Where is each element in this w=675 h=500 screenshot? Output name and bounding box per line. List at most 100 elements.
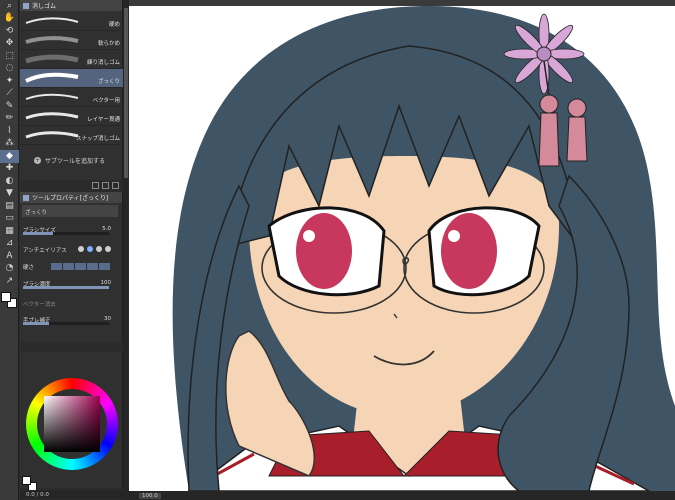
brush-tool-icon[interactable]: ⌇ — [0, 125, 19, 138]
main-color-swatch[interactable] — [22, 476, 31, 485]
color-wheel-panel — [20, 352, 123, 491]
brush-stroke-preview-icon — [25, 112, 79, 120]
pencil-tool-icon[interactable]: ✏ — [0, 113, 19, 126]
delete-subtool-icon[interactable] — [112, 182, 119, 189]
rotate-tool-icon[interactable]: ⟲ — [0, 25, 19, 38]
frame-tool-icon[interactable]: ▦ — [0, 225, 19, 238]
add-subtool-label: サブツールを追加する — [45, 158, 106, 165]
lasso-tool-icon[interactable]: ◌ — [0, 63, 19, 76]
brush-density-slider[interactable] — [23, 286, 109, 289]
left-iris — [296, 213, 352, 289]
hardness-step[interactable] — [87, 263, 98, 270]
right-eye-highlight — [448, 230, 460, 242]
tool-property-tab-label: ツールプロパティ[ざっくり] — [32, 195, 109, 202]
tool-preview-label: ざっくり — [25, 210, 48, 216]
brush-item-label: 硬め — [108, 22, 120, 28]
hardness-step[interactable] — [63, 263, 74, 270]
wand-tool-icon[interactable]: ✦ — [0, 75, 19, 88]
main-color-chip[interactable] — [1, 292, 11, 302]
fill-tool-icon[interactable]: ▼ — [0, 188, 19, 201]
zoom-level[interactable]: 100.0 — [139, 492, 161, 499]
tool-color-chips[interactable] — [1, 292, 18, 309]
brush-density-row[interactable]: ブラシ濃度 100 — [23, 280, 119, 290]
brush-stroke-preview-icon — [25, 17, 79, 24]
ruler-tool-icon[interactable]: ⊿ — [0, 238, 19, 251]
brush-item-hard[interactable]: 硬め — [20, 12, 123, 31]
antialias-weak-icon[interactable] — [87, 246, 93, 252]
saturation-value-square[interactable] — [44, 396, 100, 452]
brush-stroke-preview-icon — [25, 54, 79, 64]
add-subtool-button[interactable]: + サブツールを追加する — [34, 156, 105, 165]
text-tool-icon[interactable]: A — [0, 250, 19, 263]
subtool-footer — [92, 182, 119, 189]
brush-item-label: 練り消しゴム — [86, 60, 120, 66]
select-tool-icon[interactable]: ⬚ — [0, 50, 19, 63]
brush-item-snap[interactable]: スナップ消しゴム — [20, 126, 123, 145]
left-eye-highlight — [303, 230, 315, 242]
status-bar-right: 100.0 — [129, 491, 675, 500]
brush-item-soft[interactable]: 軟らかめ — [20, 31, 123, 50]
hardness-options[interactable] — [51, 263, 110, 270]
status-bar-left: 0.0 / 0.0 — [20, 490, 123, 499]
brush-stroke-preview-icon — [25, 93, 79, 100]
antialias-row[interactable]: アンチエイリアス — [23, 246, 119, 256]
illustration — [172, 6, 675, 491]
pen-tool-icon[interactable]: ✎ — [0, 100, 19, 113]
eyedropper-tool-icon[interactable]: ⟋ — [0, 88, 19, 101]
brush-item-kneaded[interactable]: 練り消しゴム — [20, 50, 123, 69]
blend-tool-icon[interactable]: ◐ — [0, 175, 19, 188]
decoration-tool-icon[interactable]: ✚ — [0, 163, 19, 176]
antialias-strong-icon[interactable] — [105, 246, 111, 252]
zoom-tool-icon[interactable]: ⌕ — [0, 0, 19, 13]
balloon-tool-icon[interactable]: ◔ — [0, 263, 19, 276]
hand-tool-icon[interactable]: ✋ — [0, 13, 19, 26]
brush-stroke-preview-icon — [25, 72, 79, 83]
gradient-tool-icon[interactable]: ▤ — [0, 200, 19, 213]
brush-item-rough[interactable]: ざっくり — [20, 69, 123, 88]
brush-list: 硬め 軟らかめ 練り消しゴム ざっくり ベクター用 レイヤー貫通 スナップ消しゴ… — [20, 12, 123, 145]
antialias-options[interactable] — [78, 246, 111, 252]
tool-preview: ざっくり — [22, 205, 118, 217]
hardness-step[interactable] — [75, 263, 86, 270]
move-tool-icon[interactable]: ✥ — [0, 38, 19, 51]
hue-ring[interactable] — [26, 378, 118, 470]
brush-stroke-preview-icon — [25, 131, 79, 139]
subtool-panel-header[interactable]: 消しゴム — [20, 0, 122, 11]
vector-erase-row[interactable]: ベクター消去 — [23, 300, 119, 310]
tool-property-header[interactable]: ツールプロパティ[ざっくり] — [20, 192, 122, 203]
panel-scroll-thumb[interactable] — [124, 8, 128, 178]
hardness-step[interactable] — [51, 263, 62, 270]
figure-tool-icon[interactable]: ▭ — [0, 213, 19, 226]
subtool-panel: 消しゴム 硬め 軟らかめ 練り消しゴム ざっくり ベクター用 レイヤー貫通 スナ… — [20, 0, 123, 189]
brush-item-label: 軟らかめ — [97, 41, 120, 47]
right-iris — [441, 213, 497, 289]
antialias-none-icon[interactable] — [78, 246, 84, 252]
brush-item-vector[interactable]: ベクター用 — [20, 88, 123, 107]
stabilization-row[interactable]: 手ブレ補正 30 — [23, 316, 119, 326]
status-left-text: 0.0 / 0.0 — [26, 491, 49, 498]
brush-item-label: レイヤー貫通 — [87, 117, 120, 123]
app-window: ⌕ ✋ ⟲ ✥ ⬚ ◌ ✦ ⟋ ✎ ✏ ⌇ ⁂ ◆ ✚ ◐ ▼ ▤ ▭ ▦ ⊿ … — [0, 0, 675, 500]
brush-size-row[interactable]: ブラシサイズ 5.0 — [23, 226, 119, 236]
eraser-tool-icon[interactable]: ◆ — [0, 150, 19, 163]
property-tab-icon — [23, 194, 29, 201]
drawing-canvas[interactable] — [129, 0, 675, 491]
antialias-label: アンチエイリアス — [23, 248, 67, 254]
airbrush-tool-icon[interactable]: ⁂ — [0, 138, 19, 151]
brush-item-label: ベクター用 — [92, 98, 120, 104]
brush-item-label: スナップ消しゴム — [75, 136, 120, 142]
brush-size-slider[interactable] — [23, 232, 54, 235]
new-subtool-icon[interactable] — [102, 182, 109, 189]
hardness-row[interactable]: 硬さ — [23, 263, 119, 273]
stabilization-slider[interactable] — [23, 322, 49, 325]
tool-property-panel: ツールプロパティ[ざっくり] ざっくり ブラシサイズ 5.0 アンチエイリアス … — [20, 192, 123, 342]
tool-strip: ⌕ ✋ ⟲ ✥ ⬚ ◌ ✦ ⟋ ✎ ✏ ⌇ ⁂ ◆ ✚ ◐ ▼ ▤ ▭ ▦ ⊿ … — [0, 0, 19, 500]
eraser-tab-icon — [23, 2, 29, 9]
add-icon: + — [34, 157, 41, 164]
copy-subtool-icon[interactable] — [92, 182, 99, 189]
antialias-mid-icon[interactable] — [96, 246, 102, 252]
hardness-step[interactable] — [99, 263, 110, 270]
hardness-label: 硬さ — [23, 265, 35, 271]
brush-item-layer-through[interactable]: レイヤー貫通 — [20, 107, 123, 126]
correct-line-tool-icon[interactable]: ↗ — [0, 275, 19, 288]
